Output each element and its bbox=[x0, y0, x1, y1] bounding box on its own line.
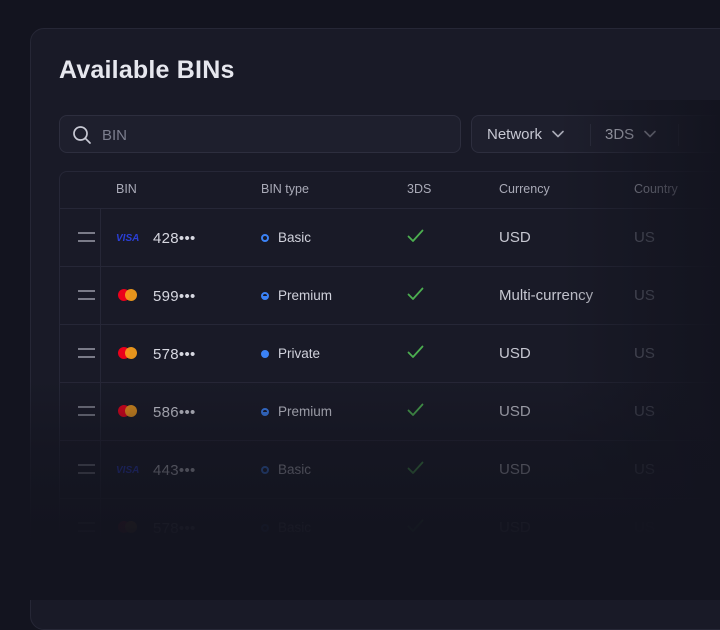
drag-handle-icon[interactable] bbox=[78, 348, 95, 358]
visa-logo-icon: VISA bbox=[116, 465, 139, 476]
column-header-3ds[interactable]: 3DS bbox=[407, 182, 431, 196]
table-row[interactable]: VISA 428••• Basic USD US bbox=[60, 209, 720, 267]
bin-value: 443••• bbox=[153, 462, 196, 479]
bin-type-label: Private bbox=[278, 346, 321, 361]
column-header-bin[interactable]: BIN bbox=[116, 182, 137, 196]
bin-type-dot-icon bbox=[261, 350, 269, 358]
column-header-country[interactable]: Country bbox=[634, 182, 678, 196]
network-filter-label: Network bbox=[487, 125, 543, 143]
mastercard-logo-icon bbox=[118, 347, 137, 359]
bins-table: BIN BIN type 3DS Currency Country VISA 42… bbox=[59, 171, 720, 557]
checkmark-icon bbox=[407, 345, 424, 358]
bin-type-dot-icon bbox=[261, 524, 269, 532]
currency-value: USD bbox=[499, 461, 531, 478]
table-row[interactable]: VISA 443••• Basic USD US bbox=[60, 441, 720, 499]
bin-value: 578••• bbox=[153, 520, 196, 537]
bin-type-label: Basic bbox=[278, 462, 312, 477]
drag-handle-icon[interactable] bbox=[78, 406, 95, 416]
bin-value: 578••• bbox=[153, 346, 196, 363]
mastercard-logo-icon bbox=[118, 405, 137, 417]
column-header-currency[interactable]: Currency bbox=[499, 182, 550, 196]
country-value: US bbox=[634, 229, 655, 246]
drag-handle-icon[interactable] bbox=[78, 290, 95, 300]
country-value: US bbox=[634, 287, 655, 304]
visa-logo-icon: VISA bbox=[116, 233, 139, 244]
bin-type-label: Premium bbox=[278, 404, 333, 419]
bin-type-label: Basic bbox=[278, 520, 312, 535]
bin-type-dot-icon bbox=[261, 408, 269, 416]
checkmark-icon bbox=[407, 287, 424, 300]
currency-value: Multi-currency bbox=[499, 287, 594, 304]
mastercard-logo-icon bbox=[118, 521, 137, 533]
bin-value: 586••• bbox=[153, 404, 196, 421]
currency-value: USD bbox=[499, 519, 531, 536]
mastercard-logo-icon bbox=[118, 289, 137, 301]
page-title: Available BINs bbox=[59, 56, 235, 84]
filter-divider bbox=[590, 124, 591, 146]
table-row[interactable]: 599••• Premium Multi-currency US bbox=[60, 267, 720, 325]
network-filter[interactable]: Network bbox=[487, 116, 564, 152]
3ds-filter-label: 3DS bbox=[605, 125, 635, 143]
bin-value: 428••• bbox=[153, 230, 196, 247]
filter-divider bbox=[678, 124, 679, 146]
checkmark-icon bbox=[407, 519, 424, 532]
bin-type-dot-icon bbox=[261, 292, 269, 300]
table-row[interactable]: 586••• Premium USD US bbox=[60, 383, 720, 441]
chevron-down-icon bbox=[552, 130, 564, 138]
country-value: US bbox=[634, 461, 655, 478]
bin-value: 599••• bbox=[153, 288, 196, 305]
drag-handle-cell[interactable] bbox=[60, 209, 101, 266]
visa-logo-text: VISA bbox=[116, 233, 139, 244]
chevron-down-icon bbox=[644, 130, 656, 138]
visa-logo-text: VISA bbox=[116, 465, 139, 476]
drag-handle-cell[interactable] bbox=[60, 325, 101, 382]
search-icon bbox=[73, 126, 91, 144]
search-box[interactable] bbox=[59, 115, 461, 154]
bin-type-dot-icon bbox=[261, 234, 269, 242]
drag-handle-cell[interactable] bbox=[60, 383, 101, 440]
drag-handle-icon[interactable] bbox=[78, 464, 95, 474]
drag-handle-icon[interactable] bbox=[78, 232, 95, 242]
filter-bar: Network 3DS bbox=[471, 115, 720, 153]
currency-value: USD bbox=[499, 345, 531, 362]
drag-handle-icon[interactable] bbox=[78, 522, 95, 532]
drag-handle-cell[interactable] bbox=[60, 441, 101, 498]
table-row[interactable]: 578••• Private USD US bbox=[60, 325, 720, 383]
column-header-bin-type[interactable]: BIN type bbox=[261, 182, 309, 196]
country-value: US bbox=[634, 345, 655, 362]
3ds-filter[interactable]: 3DS bbox=[605, 116, 656, 152]
checkmark-icon bbox=[407, 461, 424, 474]
drag-handle-cell[interactable] bbox=[60, 267, 101, 324]
bin-type-dot-icon bbox=[261, 466, 269, 474]
search-input[interactable] bbox=[100, 116, 454, 154]
drag-handle-cell[interactable] bbox=[60, 499, 101, 556]
table-header: BIN BIN type 3DS Currency Country bbox=[60, 172, 720, 209]
checkmark-icon bbox=[407, 229, 424, 242]
bin-type-label: Premium bbox=[278, 288, 333, 303]
checkmark-icon bbox=[407, 403, 424, 416]
currency-value: USD bbox=[499, 229, 531, 246]
country-value: US bbox=[634, 403, 655, 420]
country-value: US bbox=[634, 519, 655, 536]
bin-type-label: Basic bbox=[278, 230, 312, 245]
currency-value: USD bbox=[499, 403, 531, 420]
table-row[interactable]: 578••• Basic USD US bbox=[60, 499, 720, 557]
